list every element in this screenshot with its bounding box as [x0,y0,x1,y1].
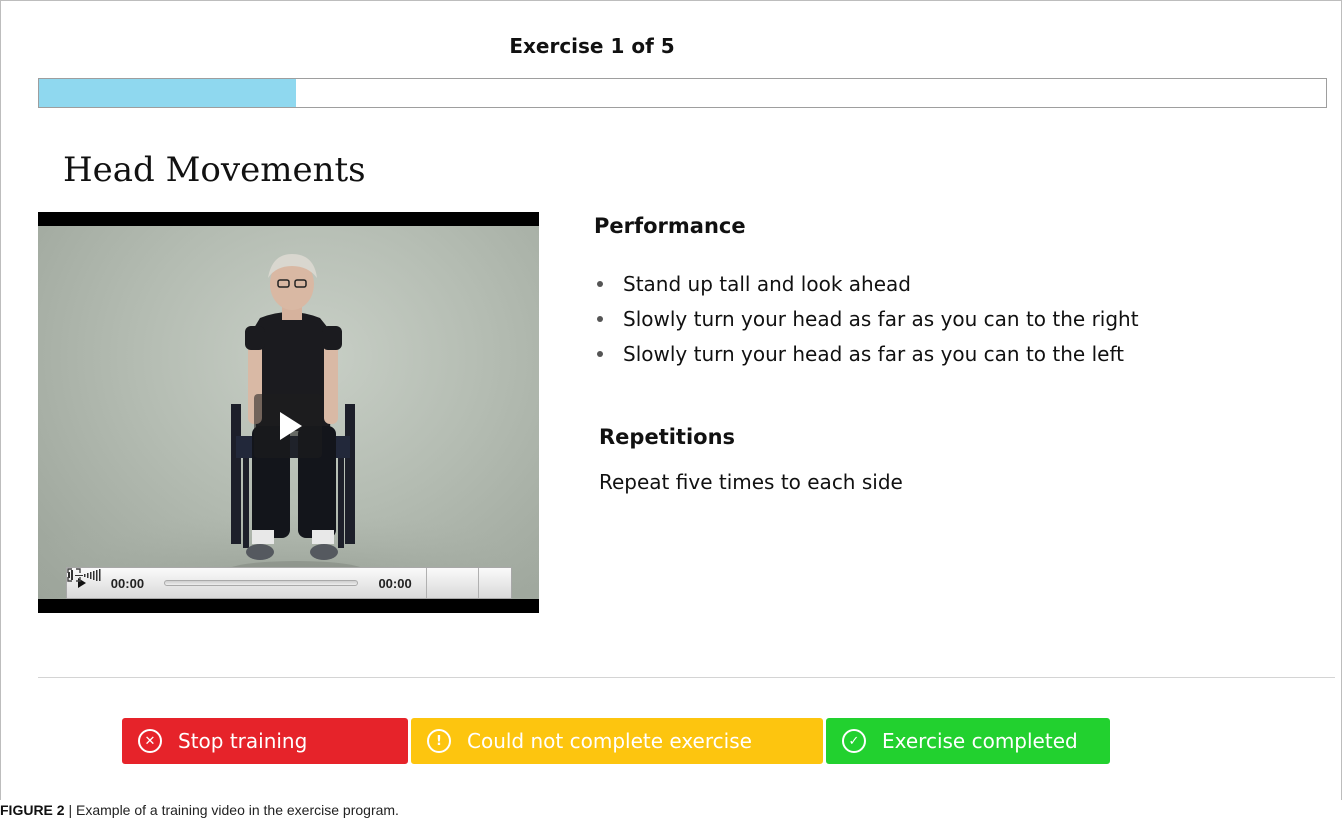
progress-fill [39,79,297,107]
play-icon [280,412,302,440]
video-player[interactable]: 00:00 00:00 [38,212,539,613]
performance-step-text: Stand up tall and look ahead [623,271,911,296]
exclamation-circle-icon: ! [427,729,451,753]
performance-step-text: Slowly turn your head as far as you can … [623,306,1139,331]
could-not-complete-button[interactable]: ! Could not complete exercise [411,718,823,764]
performance-heading: Performance [594,214,746,238]
exercise-progress-bar [38,78,1327,108]
play-overlay-button[interactable] [254,394,322,458]
seek-bar[interactable] [164,580,359,586]
stop-training-button[interactable]: ✕ Stop training [122,718,408,764]
check-circle-icon: ✓ [842,729,866,753]
video-controls: 00:00 00:00 [66,567,512,599]
fullscreen-icon [67,568,81,582]
caption-label: FIGURE 2 [0,802,65,818]
exercise-completed-button[interactable]: ✓ Exercise completed [826,718,1110,764]
video-frame: 00:00 00:00 [38,226,539,599]
exercise-completed-label: Exercise completed [882,729,1078,753]
figure-caption: FIGURE 2 | Example of a training video i… [0,802,399,818]
could-not-complete-label: Could not complete exercise [467,729,752,753]
list-item: Stand up tall and look ahead [597,266,1139,301]
bullet-icon [597,280,603,287]
performance-step-text: Slowly turn your head as far as you can … [623,341,1124,366]
x-circle-icon: ✕ [138,729,162,753]
stop-training-label: Stop training [178,729,308,753]
exercise-title: Head Movements [63,150,366,190]
performance-steps-list: Stand up tall and look ahead Slowly turn… [597,266,1139,371]
bullet-icon [597,315,603,322]
bullet-icon [597,350,603,357]
divider [38,677,1335,678]
volume-button[interactable] [68,568,479,598]
repetitions-text: Repeat five times to each side [599,470,903,494]
list-item: Slowly turn your head as far as you can … [597,301,1139,336]
repetitions-heading: Repetitions [599,425,736,449]
exercise-counter: Exercise 1 of 5 [509,34,675,58]
list-item: Slowly turn your head as far as you can … [597,336,1139,371]
fullscreen-button[interactable] [67,568,511,598]
caption-text: | Example of a training video in the exe… [64,802,399,818]
duration-time: 00:00 [378,575,412,591]
